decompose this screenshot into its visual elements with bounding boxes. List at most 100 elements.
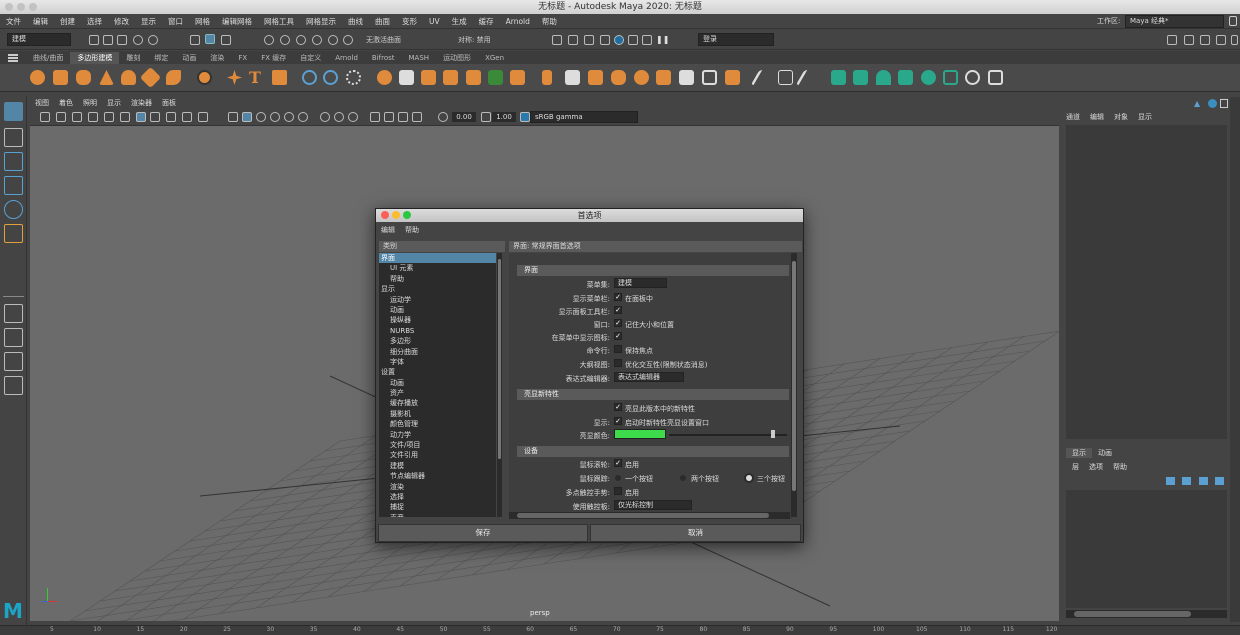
rotate-tool-icon[interactable] <box>4 200 23 219</box>
one-button-radio[interactable] <box>615 475 621 481</box>
menu-item[interactable]: 曲线 <box>342 16 369 27</box>
layer-menu-item[interactable]: 选项 <box>1089 462 1103 472</box>
unfold-icon[interactable] <box>921 70 936 85</box>
shelf-tab[interactable]: Bifrost <box>365 52 402 64</box>
shelf-tab[interactable]: 动画 <box>175 52 203 64</box>
ipr-render-icon[interactable] <box>584 35 594 45</box>
symmetry-text[interactable]: 对称: 禁用 <box>458 35 491 45</box>
multi-cut-icon[interactable] <box>542 70 552 85</box>
shelf-tab[interactable]: 绑定 <box>147 52 175 64</box>
mirror-icon[interactable] <box>399 70 414 85</box>
svg-icon[interactable] <box>272 70 287 85</box>
bookmarks-icon[interactable] <box>72 112 82 122</box>
resolution-gate-icon[interactable] <box>150 112 160 122</box>
snap-vertex-icon[interactable] <box>343 35 353 45</box>
three-button-radio[interactable] <box>746 475 752 481</box>
insert-edge-loop-icon[interactable] <box>656 70 671 85</box>
redo-icon[interactable] <box>148 35 158 45</box>
devices-section-header[interactable]: 设备 <box>517 446 789 457</box>
menu-item[interactable]: 网格工具 <box>258 16 300 27</box>
category-item[interactable]: 动画 <box>379 378 496 388</box>
dialog-menu-item[interactable]: 编辑 <box>376 225 400 235</box>
menu-item[interactable]: 编辑 <box>27 16 54 27</box>
category-item[interactable]: UI 元素 <box>379 263 496 273</box>
menu-set-select[interactable]: 建模 <box>614 278 667 288</box>
category-item[interactable]: 建模 <box>379 461 496 471</box>
category-item[interactable]: 动画 <box>379 305 496 315</box>
category-item[interactable]: 帮助 <box>379 274 496 284</box>
poly-cone-icon[interactable] <box>99 70 114 85</box>
viewport-menu-item[interactable]: 面板 <box>157 98 181 108</box>
paint-select-icon[interactable] <box>4 152 23 171</box>
render-sequence-icon[interactable] <box>568 35 578 45</box>
separate-icon[interactable] <box>323 70 338 85</box>
select-object-icon[interactable] <box>205 34 215 44</box>
lock-icon[interactable] <box>1229 16 1237 26</box>
highlight-section-header[interactable]: 亮显新特性 <box>517 389 789 400</box>
sculpt-icon[interactable] <box>795 70 820 85</box>
channel-box-icon[interactable] <box>1231 35 1238 45</box>
attribute-tab-icon[interactable] <box>1208 99 1217 108</box>
multitouch-checkbox[interactable] <box>614 487 622 495</box>
category-item[interactable]: 操纵器 <box>379 315 496 325</box>
category-item[interactable]: 声音 <box>379 513 496 517</box>
timeline[interactable]: 5 10 15 20 25 30 35 40 45 50 55 60 65 70 75 80 85 90 95 100… <box>0 625 1240 635</box>
measure-icon[interactable] <box>778 70 793 85</box>
select-camera-icon[interactable] <box>40 112 50 122</box>
film-gate-icon[interactable] <box>104 112 114 122</box>
outliner-checkbox[interactable] <box>614 359 622 367</box>
snap-view-icon[interactable] <box>312 35 322 45</box>
category-item[interactable]: 字体 <box>379 357 496 367</box>
character-controls-icon[interactable] <box>1184 35 1194 45</box>
menu-item[interactable]: 网格显示 <box>300 16 342 27</box>
outliner-layout-icon[interactable] <box>4 376 23 395</box>
menu-item[interactable]: 生成 <box>446 16 473 27</box>
minimize-window-button[interactable] <box>17 3 25 11</box>
antialias-icon[interactable] <box>334 112 344 122</box>
depth-of-field-icon[interactable] <box>348 112 358 122</box>
lights-icon[interactable] <box>270 112 280 122</box>
shelf-tab[interactable]: 雕刻 <box>119 52 147 64</box>
shelf-tab[interactable]: 曲线/曲面 <box>26 52 70 64</box>
auto-map-icon[interactable] <box>898 70 913 85</box>
category-item[interactable]: 文件引用 <box>379 450 496 460</box>
gamma-icon[interactable] <box>481 112 491 122</box>
combine-icon[interactable] <box>302 70 317 85</box>
viewport-menu-item[interactable]: 照明 <box>78 98 102 108</box>
camera-attributes-icon[interactable] <box>56 112 66 122</box>
exposure-field[interactable]: 0.00 <box>452 112 476 122</box>
highlight-slider-handle[interactable] <box>770 430 775 438</box>
highlight-slider-track[interactable] <box>669 434 787 436</box>
content-v-scrollbar[interactable] <box>791 253 797 517</box>
command-line-checkbox[interactable] <box>614 345 622 353</box>
target-weld-icon[interactable] <box>565 70 580 85</box>
shelf-tab[interactable]: 自定义 <box>293 52 328 64</box>
xray-icon[interactable] <box>384 112 394 122</box>
field-chart-icon[interactable] <box>182 112 192 122</box>
menu-item[interactable]: Arnold <box>500 17 536 26</box>
poly-cylinder-icon[interactable] <box>76 70 91 85</box>
category-item[interactable]: 节点编辑器 <box>379 471 496 481</box>
append-polygon-icon[interactable] <box>488 70 503 85</box>
layer-menu-item[interactable]: 层 <box>1072 462 1079 472</box>
highlight-show-checkbox[interactable]: ✓ <box>614 417 622 425</box>
bevel-icon[interactable] <box>466 70 481 85</box>
color-management-icon[interactable] <box>520 112 530 122</box>
mouse-wheel-checkbox[interactable]: ✓ <box>614 459 622 467</box>
snap-curve-icon[interactable] <box>280 35 290 45</box>
hypershade-icon[interactable] <box>628 35 638 45</box>
category-item[interactable]: 缓存播放 <box>379 398 496 408</box>
menu-item[interactable]: 帮助 <box>536 16 563 27</box>
snap-surface-icon[interactable] <box>328 35 338 45</box>
category-item[interactable]: NURBS <box>379 326 496 336</box>
menu-set-dropdown[interactable]: 建模 <box>7 33 71 46</box>
textured-icon[interactable] <box>256 112 266 122</box>
reduce-icon[interactable] <box>702 70 717 85</box>
category-item[interactable]: 动力学 <box>379 430 496 440</box>
connect-icon[interactable] <box>588 70 603 85</box>
menu-item[interactable]: 显示 <box>135 16 162 27</box>
open-scene-icon[interactable] <box>103 35 113 45</box>
category-item[interactable]: 设置 <box>379 367 496 377</box>
select-component-icon[interactable] <box>221 35 231 45</box>
viewport-menu-item[interactable]: 着色 <box>54 98 78 108</box>
